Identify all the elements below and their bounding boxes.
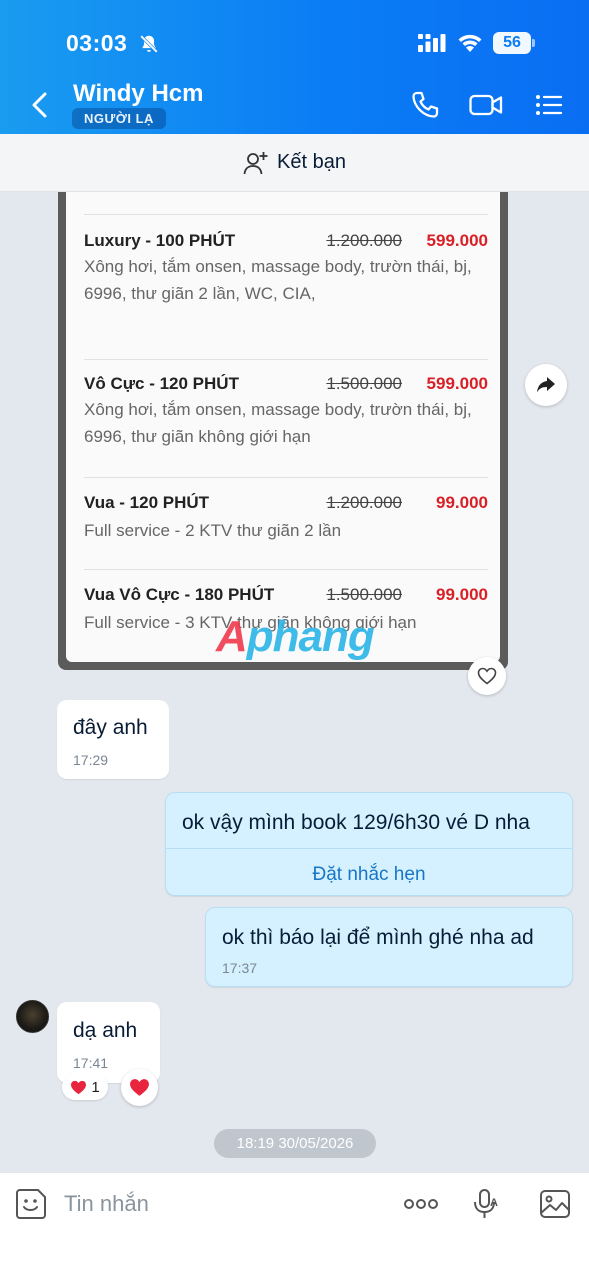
incoming-message[interactable]: đây anh 17:29 <box>57 700 169 779</box>
add-friend-bar[interactable]: Kết bạn <box>0 134 589 192</box>
cellular-signal-icon <box>418 34 446 52</box>
svg-text:A: A <box>490 1197 498 1209</box>
message-text: dạ anh <box>73 1019 138 1042</box>
set-reminder-link[interactable]: Đặt nhắc hẹn <box>166 864 572 886</box>
item-description: Full service - 2 KTV thư giãn 2 lần <box>84 521 342 540</box>
phone-call-icon[interactable] <box>410 90 442 120</box>
status-time: 03:03 <box>66 30 128 56</box>
watermark-logo: Aphang <box>216 612 375 661</box>
outgoing-message[interactable]: ok vậy mình book 129/6h30 vé D nha Đặt n… <box>165 792 573 896</box>
react-heart-button[interactable] <box>121 1069 158 1106</box>
item-old-price: 1.200.000 <box>326 231 402 250</box>
add-friend-icon <box>243 151 268 174</box>
stranger-badge: NGƯỜI LẠ <box>72 108 166 129</box>
reaction-count: 1 <box>91 1078 100 1096</box>
date-separator: 18:19 30/05/2026 <box>214 1129 376 1158</box>
message-time: 17:41 <box>73 1055 109 1071</box>
contact-name[interactable]: Windy Hcm <box>73 80 203 108</box>
item-new-price: 99.000 <box>436 493 488 512</box>
price-item: Vua - 120 PHÚT 1.200.000 99.000 Full ser… <box>84 477 488 569</box>
heart-filled-icon <box>130 1079 149 1096</box>
add-friend-label: Kết bạn <box>277 151 346 173</box>
outgoing-message[interactable]: ok thì báo lại để mình ghé nha ad 17:37 <box>205 907 573 987</box>
wifi-icon <box>458 34 482 52</box>
reaction-summary[interactable]: 1 <box>62 1074 108 1100</box>
menu-list-icon[interactable] <box>533 90 565 120</box>
battery-tip <box>532 39 535 47</box>
battery-indicator: 56 <box>493 32 535 54</box>
item-title: Vua Vô Cực - 180 PHÚT <box>84 585 275 604</box>
chat-header: 03:03 56 Windy Hcm NGƯỜI LẠ <box>0 0 589 134</box>
price-item: Luxury - 100 PHÚT 1.200.000 599.000 Xông… <box>84 214 488 344</box>
message-text: đây anh <box>73 716 148 739</box>
price-list-image: Luxury - 100 PHÚT 1.200.000 599.000 Xông… <box>66 192 500 662</box>
item-old-price: 1.500.000 <box>326 374 402 393</box>
item-old-price: 1.200.000 <box>326 493 402 512</box>
sticker-emoji-icon[interactable] <box>14 1187 48 1221</box>
item-title: Luxury - 100 PHÚT <box>84 231 236 250</box>
react-heart-button[interactable] <box>468 657 506 695</box>
battery-level: 56 <box>493 32 531 54</box>
forward-arrow-icon <box>537 377 555 393</box>
bubble-divider <box>166 848 572 849</box>
item-description: Xông hơi, tắm onsen, massage body, trườn… <box>84 257 472 303</box>
image-gallery-icon[interactable] <box>538 1187 572 1221</box>
more-options-icon[interactable] <box>402 1187 440 1221</box>
item-title: Vô Cực - 120 PHÚT <box>84 374 239 393</box>
contact-avatar[interactable] <box>16 1000 49 1033</box>
item-new-price: 599.000 <box>426 374 488 393</box>
back-arrow-icon[interactable] <box>26 90 54 120</box>
item-new-price: 599.000 <box>426 231 488 250</box>
heart-outline-icon <box>477 667 497 685</box>
message-time: 17:37 <box>222 960 258 976</box>
bell-muted-icon <box>140 35 158 53</box>
message-input[interactable] <box>64 1187 384 1221</box>
item-old-price: 1.500.000 <box>326 585 402 604</box>
item-title: Vua - 120 PHÚT <box>84 493 210 512</box>
message-text: ok thì báo lại để mình ghé nha ad <box>222 926 534 949</box>
message-time: 17:29 <box>73 752 109 768</box>
heart-filled-icon <box>71 1080 87 1094</box>
message-text: ok vậy mình book 129/6h30 vé D nha <box>182 811 530 834</box>
price-item: Vô Cực - 120 PHÚT 1.500.000 599.000 Xông… <box>84 359 488 477</box>
message-input-bar: A <box>0 1172 589 1280</box>
item-new-price: 99.000 <box>436 585 488 604</box>
shared-image-message[interactable]: Luxury - 100 PHÚT 1.200.000 599.000 Xông… <box>58 192 508 670</box>
voice-message-icon[interactable]: A <box>469 1187 503 1221</box>
share-forward-button[interactable] <box>525 364 567 406</box>
video-call-icon[interactable] <box>468 90 504 120</box>
item-description: Xông hơi, tắm onsen, massage body, trườn… <box>84 400 472 446</box>
